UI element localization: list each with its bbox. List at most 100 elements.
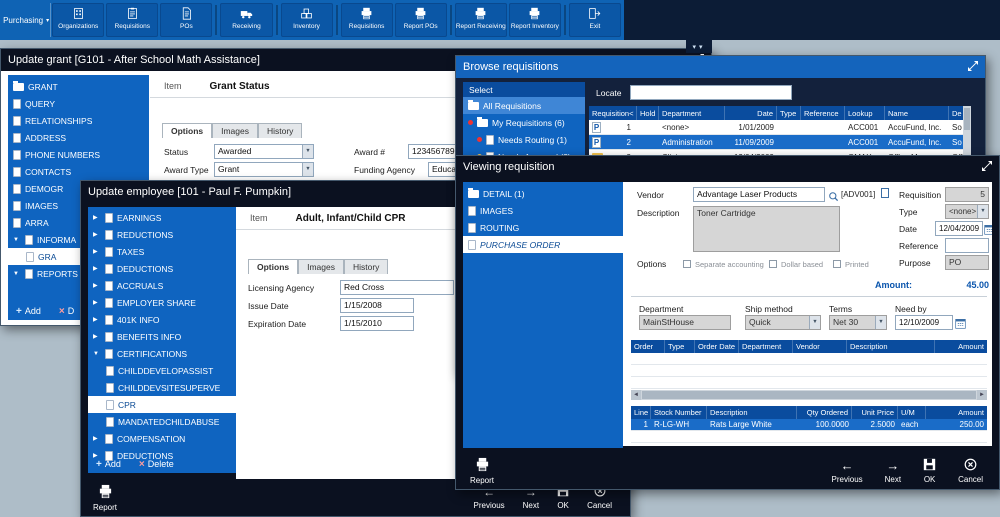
tree-expanded-icon[interactable]: ▼: [93, 351, 101, 357]
column-hold[interactable]: Hold: [637, 106, 659, 120]
toolbar-button-requisitions[interactable]: Requisitions: [106, 3, 159, 37]
sidebar-item-relationships[interactable]: RELATIONSHIPS: [8, 112, 149, 129]
chevron-down-icon[interactable]: ▼: [809, 316, 820, 329]
toolbar-button-report-pos[interactable]: Report POs: [394, 3, 447, 37]
tab-images[interactable]: Images: [298, 259, 344, 274]
column-order[interactable]: Order: [631, 340, 665, 353]
reference-field[interactable]: [945, 238, 989, 253]
table-row-selected[interactable]: 1 R-LG-WH Rats Large White 100.0000 2.50…: [631, 419, 987, 431]
toolbar-button-exit[interactable]: Exit: [568, 3, 621, 37]
add-button[interactable]: + Add: [16, 306, 41, 317]
sidebar-item-taxes[interactable]: ▶ TAXES: [88, 243, 236, 260]
sidebar-item-childdevsitesuperve[interactable]: CHILDDEVSITESUPERVE: [88, 379, 236, 396]
sidebar-item-cpr-selected[interactable]: CPR: [88, 396, 236, 413]
table-row-empty[interactable]: [631, 353, 987, 365]
printed-checkbox[interactable]: [833, 260, 841, 268]
table-row-empty[interactable]: [631, 377, 987, 389]
cancel-button[interactable]: Cancel: [958, 458, 983, 484]
sidebar-item-compensation[interactable]: ▶ COMPENSATION: [88, 430, 236, 447]
column-um[interactable]: U/M: [898, 406, 926, 419]
browse-titlebar[interactable]: Browse requisitions: [456, 56, 985, 78]
column-amount[interactable]: Amount: [935, 340, 987, 353]
sidebar-item-childdevelopassist[interactable]: CHILDDEVELOPASSIST: [88, 362, 236, 379]
tree-collapsed-icon[interactable]: ▶: [93, 333, 101, 340]
sidebar-item-mandatedchildabuse[interactable]: MANDATEDCHILDABUSE: [88, 413, 236, 430]
tree-collapsed-icon[interactable]: ▶: [93, 231, 101, 238]
sidebar-item-benefits-info[interactable]: ▶ BENEFITS INFO: [88, 328, 236, 345]
column-description[interactable]: De: [949, 106, 963, 120]
tab-options[interactable]: Options: [162, 123, 213, 138]
sidebar-item-employer-share[interactable]: ▶ EMPLOYER SHARE: [88, 294, 236, 311]
table-row-empty[interactable]: [631, 431, 987, 443]
tree-collapsed-icon[interactable]: ▶: [93, 282, 101, 289]
toolbar-button-report-receiving[interactable]: Report Receiving: [454, 3, 507, 37]
expand-icon[interactable]: [982, 160, 992, 174]
previous-button[interactable]: ← Previous: [832, 458, 863, 484]
filter-my-requisitions[interactable]: My Requisitions (6): [463, 114, 585, 131]
tree-collapsed-icon[interactable]: ▶: [93, 248, 101, 255]
locate-input[interactable]: [630, 85, 792, 100]
column-description[interactable]: Description: [847, 340, 935, 353]
calendar-icon[interactable]: [955, 316, 966, 334]
sidebar-item-deductions[interactable]: ▶ DEDUCTIONS: [88, 260, 236, 277]
sidebar-item-query[interactable]: QUERY: [8, 95, 149, 112]
column-type[interactable]: Type: [777, 106, 801, 120]
sidebar-item-401k-info[interactable]: ▶ 401K INFO: [88, 311, 236, 328]
column-vendor[interactable]: Vendor: [793, 340, 847, 353]
tab-history[interactable]: History: [257, 123, 303, 138]
toolbar-button-organizations[interactable]: Organizations: [52, 3, 105, 37]
ship-method-combobox[interactable]: Quick ▼: [745, 315, 821, 330]
attachment-icon[interactable]: [881, 188, 889, 198]
award-type-combobox[interactable]: Grant ▼: [214, 162, 314, 177]
search-icon[interactable]: [828, 189, 839, 207]
expiration-date-field[interactable]: 1/15/2010: [340, 316, 414, 331]
toolbar-button-report-requisitions[interactable]: Requisitions: [340, 3, 393, 37]
terms-combobox[interactable]: Net 30 ▼: [829, 315, 887, 330]
nav-item-purchase-order-selected[interactable]: PURCHASE ORDER: [463, 236, 623, 253]
column-description[interactable]: Description: [707, 406, 797, 419]
column-amount[interactable]: Amount: [926, 406, 987, 419]
type-combobox[interactable]: <none> ▼: [945, 204, 989, 219]
vendor-input[interactable]: Advantage Laser Products: [693, 187, 825, 202]
status-combobox[interactable]: Awarded ▼: [214, 144, 314, 159]
sidebar-item-contacts[interactable]: CONTACTS: [8, 163, 149, 180]
column-lookup[interactable]: Lookup: [845, 106, 885, 120]
scrollbar-thumb[interactable]: [964, 108, 970, 130]
tree-collapsed-icon[interactable]: ▶: [93, 435, 101, 442]
table-row-empty[interactable]: [631, 365, 987, 377]
tree-collapsed-icon[interactable]: ▶: [93, 452, 101, 459]
chevron-down-icon[interactable]: ▼: [977, 205, 988, 218]
tree-collapsed-icon[interactable]: ▶: [93, 214, 101, 221]
scroll-right-icon[interactable]: ►: [977, 390, 987, 400]
tree-collapsed-icon[interactable]: ▶: [93, 265, 101, 272]
purchasing-menu-button[interactable]: Purchasing ▾: [2, 3, 52, 37]
table-row-empty[interactable]: [631, 443, 987, 446]
sidebar-item-earnings[interactable]: ▶ EARNINGS: [88, 209, 236, 226]
filter-all-requisitions-selected[interactable]: All Requisitions: [463, 97, 585, 114]
chevron-down-icon[interactable]: ▼: [302, 163, 313, 176]
tab-options[interactable]: Options: [248, 259, 299, 274]
horizontal-scrollbar[interactable]: ◄ ►: [631, 390, 987, 400]
report-button[interactable]: Report: [93, 484, 117, 512]
nav-item-routing[interactable]: ROUTING: [463, 219, 623, 236]
table-row[interactable]: P 1 <none> 1/01/2009 ACC001 AccuFund, Inc…: [589, 120, 963, 135]
scrollbar-thumb[interactable]: [642, 391, 976, 399]
delete-button[interactable]: × Delete: [139, 459, 174, 470]
sidebar-item-reductions[interactable]: ▶ REDUCTIONS: [88, 226, 236, 243]
column-unit-price[interactable]: Unit Price: [852, 406, 898, 419]
date-field[interactable]: 12/04/2009: [935, 221, 983, 236]
expand-icon[interactable]: [968, 60, 978, 74]
column-line[interactable]: Line: [631, 406, 651, 419]
add-button[interactable]: + Add: [96, 459, 121, 470]
tab-history[interactable]: History: [343, 259, 389, 274]
chevron-down-icon[interactable]: ▼: [302, 145, 313, 158]
sidebar-item-grant[interactable]: GRANT: [8, 78, 149, 95]
delete-button[interactable]: × D: [59, 306, 74, 317]
sidebar-item-certifications[interactable]: ▼ CERTIFICATIONS: [88, 345, 236, 362]
column-type[interactable]: Type: [665, 340, 695, 353]
window-shade-tab[interactable]: ▾▾: [686, 40, 712, 53]
toolbar-button-pos[interactable]: POs: [160, 3, 213, 37]
ok-button[interactable]: OK: [923, 458, 936, 484]
toolbar-button-inventory[interactable]: Inventory: [280, 3, 333, 37]
column-department[interactable]: Department: [739, 340, 793, 353]
